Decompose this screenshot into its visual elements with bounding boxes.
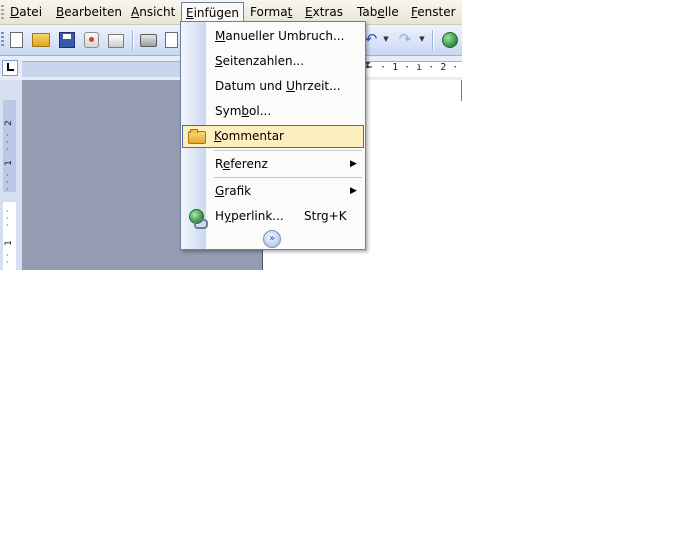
- menu-separator: [214, 150, 362, 151]
- toolbar-grip[interactable]: [1, 32, 4, 48]
- menu-fenster[interactable]: Fenster: [406, 3, 461, 21]
- ruler-ticks: · · 1 · ı · 2 ·: [368, 62, 459, 73]
- menu-item-datum-und-uhrzeit[interactable]: Datum und Uhrzeit...: [183, 75, 362, 97]
- toolbar-separator: [132, 30, 134, 50]
- print-icon[interactable]: [140, 34, 157, 47]
- menu-item-seitenzahlen[interactable]: Seitenzahlen...: [183, 50, 362, 72]
- menu-ansicht[interactable]: Ansicht: [126, 3, 180, 21]
- page-edge: [461, 80, 462, 101]
- email-icon[interactable]: [108, 34, 124, 48]
- submenu-arrow-icon: ▶: [350, 159, 357, 169]
- redo-dropdown-icon[interactable]: ▼: [418, 31, 426, 47]
- menu-item-hyperlink[interactable]: Hyperlink... Strg+K: [183, 205, 362, 229]
- einfuegen-dropdown-menu: Manueller Umbruch... Seitenzahlen... Dat…: [180, 21, 366, 250]
- menu-item-kommentar[interactable]: Kommentar: [182, 125, 364, 148]
- menu-item-manueller-umbruch[interactable]: Manueller Umbruch...: [183, 25, 362, 47]
- vruler-ticks: · ·: [6, 251, 9, 267]
- menu-format[interactable]: Format: [245, 3, 297, 21]
- folder-icon: [188, 129, 206, 144]
- vertical-ruler[interactable]: 2 · · · 1 · · · · · · 1 · ·: [0, 80, 22, 270]
- menu-bearbeiten[interactable]: Bearbeiten: [51, 3, 127, 21]
- toolbar-separator: [432, 30, 434, 50]
- vruler-ticks: · · ·: [6, 171, 9, 194]
- redo-icon[interactable]: ↷: [398, 31, 412, 47]
- shortcut-label: Strg+K: [304, 209, 347, 223]
- permission-icon[interactable]: [84, 32, 99, 48]
- save-icon[interactable]: [59, 32, 75, 48]
- undo-dropdown-icon[interactable]: ▼: [382, 31, 390, 47]
- vruler-ticks: · · ·: [6, 131, 9, 154]
- hyperlink-icon: [189, 209, 208, 229]
- submenu-arrow-icon: ▶: [350, 186, 357, 196]
- vruler-label-1: 1: [4, 160, 14, 166]
- menubar-grip[interactable]: [1, 5, 4, 19]
- expand-menu-chevron-icon[interactable]: »: [263, 230, 281, 248]
- research-globe-icon[interactable]: [442, 32, 458, 48]
- menu-separator: [214, 177, 362, 178]
- word-window: Datei Bearbeiten Ansicht Einfügen Format…: [0, 0, 462, 270]
- vruler-label-1b: 1: [4, 240, 14, 246]
- menu-item-grafik[interactable]: Grafik ▶: [183, 180, 362, 202]
- print-preview-icon[interactable]: [165, 32, 178, 48]
- open-folder-icon[interactable]: [32, 33, 50, 47]
- menu-tabelle[interactable]: Tabelle: [352, 3, 404, 21]
- new-document-icon[interactable]: [10, 32, 23, 48]
- menu-einfuegen[interactable]: Einfügen: [181, 2, 244, 23]
- menu-item-symbol[interactable]: Symbol...: [183, 100, 362, 122]
- menu-extras[interactable]: Extras: [300, 3, 348, 21]
- menu-datei[interactable]: Datei: [5, 3, 47, 21]
- menu-item-referenz[interactable]: Referenz ▶: [183, 153, 362, 175]
- vruler-ticks: · · ·: [6, 207, 9, 230]
- undo-icon[interactable]: ↶: [364, 31, 378, 47]
- vruler-label-2: 2: [4, 120, 14, 126]
- tab-selector[interactable]: [2, 60, 18, 76]
